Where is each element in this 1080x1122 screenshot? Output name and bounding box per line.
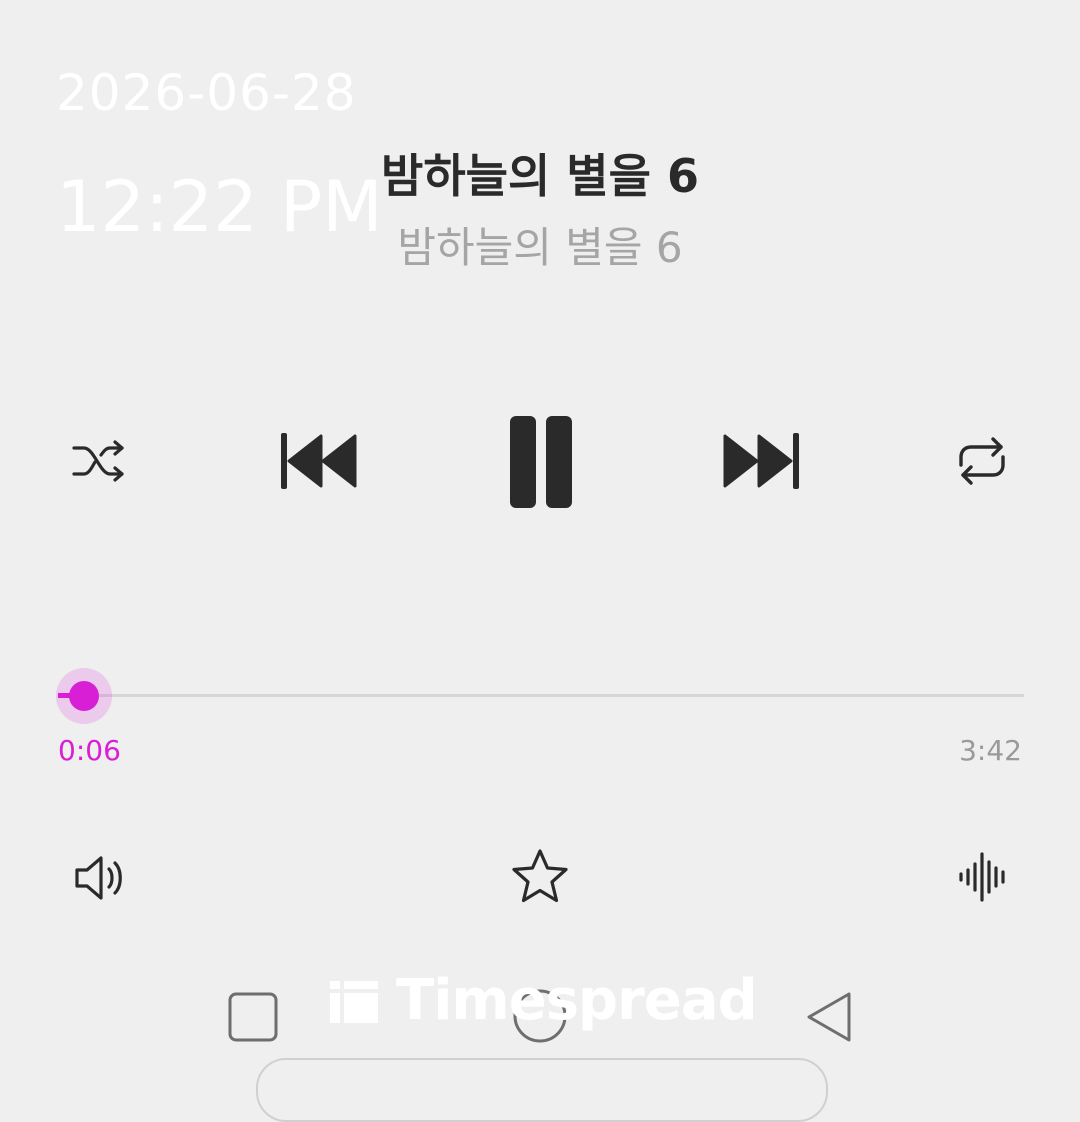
watermark-text: Timespread — [396, 968, 758, 1033]
song-artist: 밤하늘의 별을 6 — [397, 223, 683, 272]
equalizer-button[interactable] — [950, 846, 1016, 908]
progress-track[interactable] — [58, 694, 1024, 697]
previous-button[interactable] — [270, 425, 366, 497]
shuffle-icon — [72, 440, 124, 482]
progress-thumb[interactable] — [69, 681, 100, 711]
current-time: 0:06 — [58, 734, 121, 767]
pause-button[interactable] — [494, 406, 586, 514]
favorite-button[interactable] — [504, 842, 576, 912]
skip-next-icon — [723, 433, 799, 489]
star-icon — [512, 849, 568, 903]
back-button[interactable] — [798, 986, 860, 1048]
triangle-back-icon — [807, 992, 851, 1042]
total-time: 3:42 — [959, 734, 1022, 767]
recent-apps-button[interactable] — [222, 986, 284, 1048]
square-icon — [228, 992, 278, 1042]
skip-previous-icon — [281, 433, 357, 489]
date-overlay: 2026-06-28 — [56, 64, 357, 122]
next-button[interactable] — [714, 425, 810, 497]
volume-icon — [75, 856, 122, 900]
song-title: 밤하늘의 별을 6 — [381, 149, 699, 203]
gesture-bar — [256, 1058, 828, 1122]
repeat-icon — [959, 437, 1005, 485]
watermark: Timespread — [330, 968, 758, 1033]
shuffle-button[interactable] — [62, 430, 134, 492]
audio-wave-icon — [959, 852, 1005, 902]
repeat-button[interactable] — [946, 428, 1018, 494]
timespread-logo-icon — [330, 980, 378, 1023]
pause-icon — [510, 416, 572, 508]
volume-button[interactable] — [64, 846, 134, 910]
